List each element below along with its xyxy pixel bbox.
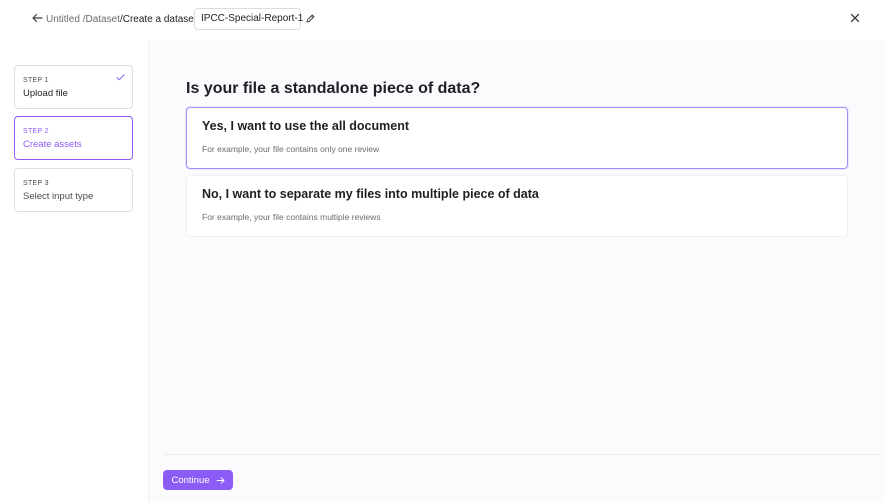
check-icon — [116, 74, 125, 81]
step-create-assets[interactable]: STEP 2 Create assets — [14, 116, 133, 160]
continue-button[interactable]: Continue — [163, 470, 233, 490]
option-use-whole-document[interactable]: Yes, I want to use the all document For … — [186, 107, 848, 169]
option-separate-files[interactable]: No, I want to separate my files into mul… — [186, 175, 848, 237]
step-number: STEP 3 — [23, 180, 49, 187]
pencil-icon[interactable] — [305, 13, 316, 24]
dataset-name-field[interactable]: IPCC-Special-Report-1 — [194, 8, 303, 30]
close-icon[interactable] — [849, 12, 861, 24]
arrow-right-icon — [216, 476, 224, 484]
step-number: STEP 2 — [23, 128, 49, 135]
step-select-input-type[interactable]: STEP 3 Select input type — [14, 168, 133, 212]
breadcrumb-current: /Create a dataset — [119, 14, 197, 25]
breadcrumb-dataset[interactable]: /Dataset — [83, 14, 120, 25]
top-bar: Untitled /Dataset/Create a dataset IPCC-… — [0, 0, 885, 40]
main-content: Is your file a standalone piece of data?… — [149, 40, 885, 502]
breadcrumb: Untitled /Dataset/Create a dataset — [46, 13, 197, 26]
option-description: For example, your file contains only one… — [202, 144, 380, 154]
continue-label: Continue — [171, 474, 210, 486]
option-title: No, I want to separate my files into mul… — [202, 187, 539, 201]
page-title: Is your file a standalone piece of data? — [186, 80, 481, 97]
footer-divider — [164, 454, 880, 455]
step-upload-file[interactable]: STEP 1 Upload file — [14, 65, 133, 109]
option-title: Yes, I want to use the all document — [202, 119, 409, 133]
step-label: Upload file — [23, 88, 68, 99]
option-description: For example, your file contains multiple… — [202, 212, 381, 222]
arrow-left-icon[interactable] — [30, 11, 44, 25]
steps-sidebar: STEP 1 Upload file STEP 2 Create assets … — [0, 40, 149, 502]
breadcrumb-untitled[interactable]: Untitled — [46, 14, 80, 25]
step-label: Create assets — [23, 139, 82, 150]
step-label: Select input type — [23, 191, 94, 202]
